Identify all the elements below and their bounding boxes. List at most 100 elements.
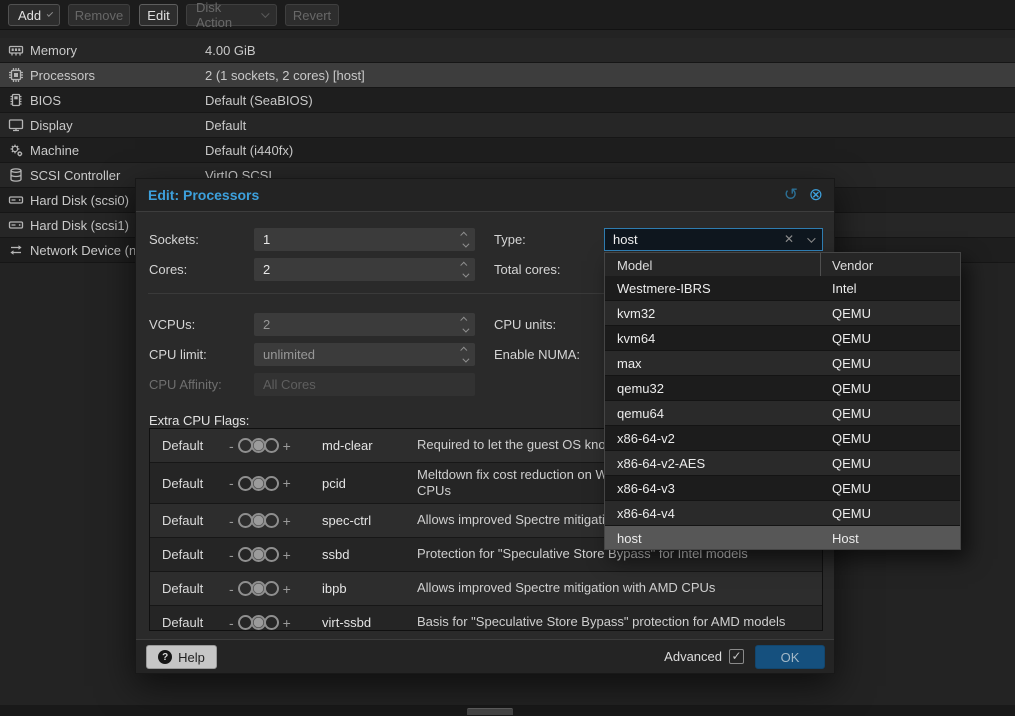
minus-button[interactable]: -: [225, 513, 238, 529]
flag-state-label: Default: [162, 438, 203, 453]
panel-resize-handle[interactable]: [467, 708, 513, 715]
option-model: x86-64-v4: [617, 506, 675, 521]
flag-name: pcid: [322, 476, 346, 491]
dropdown-option[interactable]: kvm64 QEMU: [605, 326, 960, 351]
sockets-field[interactable]: 1: [254, 228, 475, 251]
hardware-row[interactable]: Memory 4.00 GiB: [0, 38, 1015, 63]
advanced-label: Advanced: [664, 649, 722, 664]
plus-button[interactable]: +: [279, 438, 295, 454]
flag-name: virt-ssbd: [322, 615, 371, 630]
dropdown-option[interactable]: x86-64-v2-AES QEMU: [605, 451, 960, 476]
help-button[interactable]: ? Help: [146, 645, 217, 669]
hardware-toolbar: Add Remove Edit Disk Action Revert: [0, 0, 1015, 30]
option-vendor: QEMU: [832, 381, 871, 396]
flag-on-option[interactable]: [264, 513, 279, 528]
flag-name: ibpb: [322, 581, 347, 596]
hardware-value: 4.00 GiB: [205, 43, 256, 58]
cpu-affinity-field[interactable]: All Cores: [254, 373, 475, 396]
flag-state-label: Default: [162, 476, 203, 491]
spinner-down-icon[interactable]: [458, 355, 470, 365]
option-vendor: QEMU: [832, 331, 871, 346]
cpu-limit-label: CPU limit:: [149, 347, 207, 362]
dropdown-option[interactable]: host Host: [605, 526, 960, 550]
option-model: kvm64: [617, 331, 655, 346]
hardware-row[interactable]: Processors 2 (1 sockets, 2 cores) [host]: [0, 63, 1015, 88]
hardware-value: Default (SeaBIOS): [205, 93, 313, 108]
hardware-row[interactable]: Machine Default (i440fx): [0, 138, 1015, 163]
flag-name: md-clear: [322, 438, 373, 453]
minus-button[interactable]: -: [225, 438, 238, 454]
dropdown-rows: Westmere-IBRS Intel kvm32 QEMU kvm64 QEM…: [605, 276, 960, 550]
dropdown-option[interactable]: Westmere-IBRS Intel: [605, 276, 960, 301]
remove-button-label: Remove: [75, 8, 123, 23]
add-button[interactable]: Add: [8, 4, 60, 26]
dropdown-option[interactable]: x86-64-v3 QEMU: [605, 476, 960, 501]
bottom-panel-strip: [0, 705, 1015, 716]
flag-name: ssbd: [322, 547, 349, 562]
spinner-down-icon[interactable]: [458, 240, 470, 250]
revert-button[interactable]: Revert: [285, 4, 339, 26]
flag-tristate-slider: - +: [225, 581, 295, 597]
minus-button[interactable]: -: [225, 547, 238, 563]
plus-button[interactable]: +: [279, 615, 295, 631]
hardware-label: Hard Disk (scsi0): [30, 193, 129, 208]
option-model: x86-64-v3: [617, 481, 675, 496]
option-model: max: [617, 356, 642, 371]
dropdown-option[interactable]: qemu32 QEMU: [605, 376, 960, 401]
option-model: qemu64: [617, 406, 664, 421]
hardware-icon: [8, 117, 24, 133]
flag-on-option[interactable]: [264, 476, 279, 491]
plus-button[interactable]: +: [279, 513, 295, 529]
spinner-up-icon[interactable]: [458, 344, 470, 354]
minus-button[interactable]: -: [225, 615, 238, 631]
option-model: x86-64-v2: [617, 431, 675, 446]
plus-button[interactable]: +: [279, 581, 295, 597]
flag-state-label: Default: [162, 547, 203, 562]
spinner-up-icon[interactable]: [458, 314, 470, 324]
plus-button[interactable]: +: [279, 547, 295, 563]
dropdown-option[interactable]: kvm32 QEMU: [605, 301, 960, 326]
chevron-down-icon[interactable]: [807, 234, 815, 242]
total-cores-label: Total cores:: [494, 262, 560, 277]
spinner-down-icon[interactable]: [458, 325, 470, 335]
clear-icon[interactable]: ✕: [784, 232, 794, 246]
disk-action-button[interactable]: Disk Action: [186, 4, 277, 26]
flag-description: Basis for "Speculative Store Bypass" pro…: [417, 614, 820, 630]
flag-name: spec-ctrl: [322, 513, 371, 528]
hardware-value: Default (i440fx): [205, 143, 293, 158]
advanced-checkbox[interactable]: ✓: [729, 649, 744, 664]
minus-button[interactable]: -: [225, 475, 238, 491]
remove-button[interactable]: Remove: [68, 4, 130, 26]
plus-button[interactable]: +: [279, 475, 295, 491]
cpu-units-label: CPU units:: [494, 317, 556, 332]
flag-on-option[interactable]: [264, 615, 279, 630]
cores-field[interactable]: 2: [254, 258, 475, 281]
flag-on-option[interactable]: [264, 581, 279, 596]
vcpus-field[interactable]: 2: [254, 313, 475, 336]
undo-icon[interactable]: ↺: [784, 185, 798, 205]
option-model: kvm32: [617, 306, 655, 321]
hardware-label: Machine: [30, 143, 79, 158]
spinner-down-icon[interactable]: [458, 270, 470, 280]
hardware-label: BIOS: [30, 93, 61, 108]
hardware-row[interactable]: BIOS Default (SeaBIOS): [0, 88, 1015, 113]
edit-button-label: Edit: [147, 8, 169, 23]
dropdown-option[interactable]: qemu64 QEMU: [605, 401, 960, 426]
spinner-up-icon[interactable]: [458, 259, 470, 269]
minus-button[interactable]: -: [225, 581, 238, 597]
dropdown-option[interactable]: x86-64-v2 QEMU: [605, 426, 960, 451]
flag-on-option[interactable]: [264, 547, 279, 562]
disk-action-button-label: Disk Action: [196, 0, 255, 30]
cpu-limit-field[interactable]: unlimited: [254, 343, 475, 366]
type-combobox[interactable]: host ✕: [604, 228, 823, 251]
cores-value: 2: [263, 262, 270, 277]
hardware-row[interactable]: Display Default: [0, 113, 1015, 138]
edit-button[interactable]: Edit: [139, 4, 178, 26]
help-icon: ?: [158, 650, 172, 664]
flag-on-option[interactable]: [264, 438, 279, 453]
spinner-up-icon[interactable]: [458, 229, 470, 239]
dropdown-option[interactable]: x86-64-v4 QEMU: [605, 501, 960, 526]
close-icon[interactable]: ⊗: [809, 185, 823, 205]
dropdown-option[interactable]: max QEMU: [605, 351, 960, 376]
ok-button[interactable]: OK: [755, 645, 825, 669]
